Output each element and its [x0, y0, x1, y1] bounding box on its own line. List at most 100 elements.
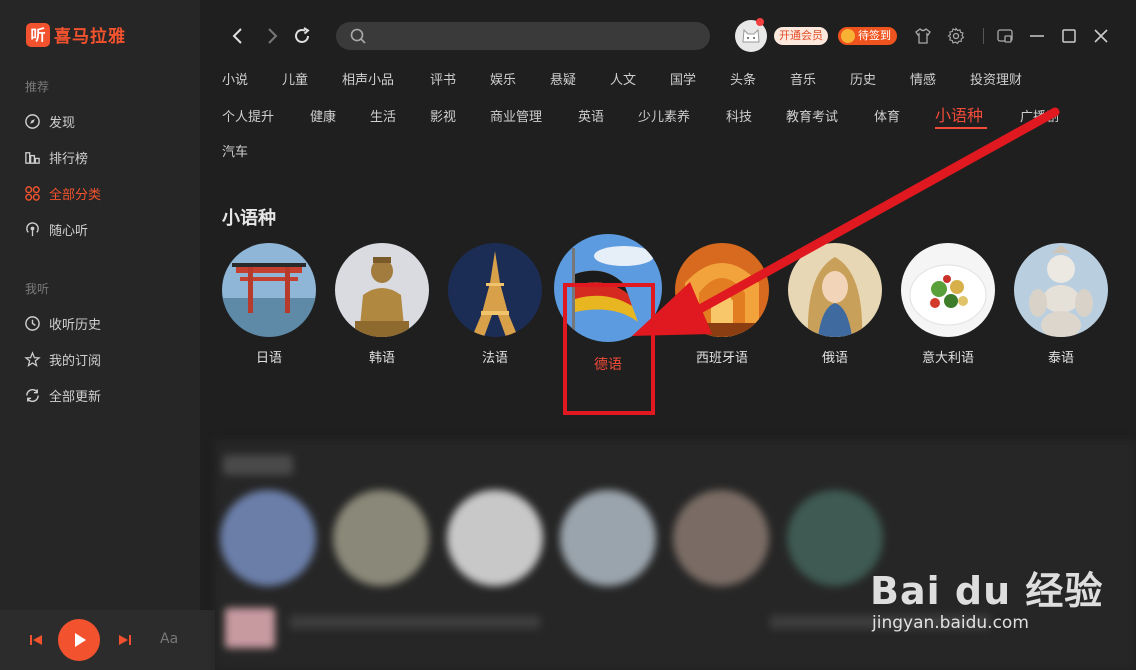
category-tab[interactable]: 英语: [578, 106, 604, 125]
next-icon[interactable]: [117, 632, 133, 648]
back-icon[interactable]: [228, 26, 248, 46]
blurred-thumbnail: [333, 490, 429, 586]
category-tab[interactable]: 体育: [874, 106, 900, 125]
sidebar-item-all-categories[interactable]: 全部分类: [24, 184, 101, 203]
app-window: 听 喜马拉雅 推荐 发现 排行榜 全部分类 随心听 我听 收听历史 我的订阅 全…: [0, 0, 1136, 670]
play-button[interactable]: [58, 619, 100, 661]
korean-statue-image: [335, 243, 429, 337]
sidebar-item-label: 发现: [49, 116, 76, 131]
app-logo[interactable]: 听 喜马拉雅: [26, 22, 126, 47]
german-flag-image: [554, 234, 662, 342]
minimize-icon[interactable]: [1028, 27, 1046, 45]
pasta-salad-image: [901, 243, 995, 337]
category-tab[interactable]: 相声小品: [342, 69, 394, 88]
language-item-japanese[interactable]: 日语: [222, 243, 316, 366]
sidebar-item-label: 排行榜: [49, 152, 89, 167]
category-tab[interactable]: 评书: [430, 69, 456, 88]
ranking-icon: [25, 152, 40, 164]
logo-text: 喜马拉雅: [54, 27, 126, 47]
reload-icon[interactable]: [292, 26, 312, 46]
language-item-german[interactable]: 德语: [554, 234, 662, 374]
star-icon: [24, 351, 41, 368]
blurred-thumbnail: [225, 608, 275, 648]
radio-icon: [26, 222, 39, 237]
logo-badge: 听: [26, 22, 50, 47]
category-tab[interactable]: 影视: [430, 106, 456, 125]
compass-icon: [25, 114, 40, 129]
notification-dot: [756, 18, 764, 26]
language-label: 西班牙语: [695, 351, 748, 366]
language-item-korean[interactable]: 韩语: [335, 243, 429, 366]
section-label-mine: 我听: [25, 282, 50, 296]
sidebar-item-all-updates[interactable]: 全部更新: [24, 386, 101, 405]
gear-icon[interactable]: [947, 27, 965, 45]
player-bar: Aa: [0, 610, 215, 670]
sidebar-item-subscriptions[interactable]: 我的订阅: [24, 350, 101, 369]
category-tab[interactable]: 音乐: [790, 69, 816, 88]
blurred-bar: [290, 615, 540, 629]
language-item-italian[interactable]: 意大利语: [901, 243, 995, 366]
torii-gate-image: [222, 243, 316, 337]
language-item-french[interactable]: 法语: [448, 243, 542, 366]
previous-icon[interactable]: [28, 632, 44, 648]
close-icon[interactable]: [1092, 27, 1110, 45]
coin-icon: [841, 29, 855, 43]
sidebar-item-random-listen[interactable]: 随心听: [24, 220, 88, 239]
sidebar-item-label: 随心听: [49, 224, 89, 239]
language-label: 意大利语: [921, 351, 974, 366]
shirt-icon[interactable]: [914, 27, 932, 45]
language-item-spanish[interactable]: 西班牙语: [675, 243, 769, 366]
language-label: 法语: [481, 351, 508, 366]
toolbar-divider: [983, 28, 984, 44]
active-tab-underline: [935, 127, 987, 129]
category-tab[interactable]: 少儿素养: [638, 106, 690, 125]
buddha-faces-image: [1014, 243, 1108, 337]
category-tab[interactable]: 健康: [310, 106, 336, 125]
mini-mode-icon[interactable]: [996, 27, 1014, 45]
search-bar[interactable]: [336, 22, 710, 50]
search-input[interactable]: [374, 28, 674, 44]
blurred-thumbnail: [787, 490, 883, 586]
category-tab[interactable]: 儿童: [282, 69, 308, 88]
sidebar-item-label: 全部更新: [49, 390, 102, 405]
blurred-thumbnail: [447, 490, 543, 586]
forward-icon[interactable]: [262, 26, 282, 46]
category-tab[interactable]: 汽车: [222, 141, 248, 160]
category-tab[interactable]: 广播剧: [1020, 106, 1059, 125]
category-tab-active[interactable]: 小语种: [935, 102, 983, 126]
category-tab[interactable]: 个人提升: [222, 106, 274, 125]
category-tab[interactable]: 头条: [730, 69, 756, 88]
vip-button[interactable]: 开通会员: [774, 27, 828, 45]
checkin-button[interactable]: 待签到: [838, 27, 897, 45]
sidebar-item-discover[interactable]: 发现: [24, 112, 75, 131]
language-item-thai[interactable]: 泰语: [1014, 243, 1108, 366]
category-tab[interactable]: 科技: [726, 106, 752, 125]
section-label-recommend: 推荐: [25, 80, 50, 94]
sidebar: 听 喜马拉雅 推荐 发现 排行榜 全部分类 随心听 我听 收听历史 我的订阅 全…: [0, 0, 200, 610]
spanish-arches-image: [675, 243, 769, 337]
category-tab[interactable]: 小说: [222, 69, 248, 88]
category-tab[interactable]: 情感: [910, 69, 936, 88]
blurred-thumbnail: [220, 490, 316, 586]
category-tab[interactable]: 生活: [370, 106, 396, 125]
language-label: 俄语: [821, 351, 848, 366]
sidebar-item-ranking[interactable]: 排行榜: [24, 148, 88, 167]
category-tab[interactable]: 商业管理: [490, 106, 542, 125]
language-item-russian[interactable]: 俄语: [788, 243, 882, 366]
maximize-icon[interactable]: [1060, 27, 1078, 45]
category-tab[interactable]: 投资理财: [970, 69, 1022, 88]
language-label: 泰语: [1047, 351, 1074, 366]
category-tab[interactable]: 历史: [850, 69, 876, 88]
blurred-title: [223, 455, 293, 475]
sidebar-item-label: 我的订阅: [49, 354, 102, 369]
category-tab[interactable]: 娱乐: [490, 69, 516, 88]
sidebar-item-history[interactable]: 收听历史: [24, 314, 101, 333]
blurred-content-area: [215, 440, 1136, 670]
category-tab[interactable]: 国学: [670, 69, 696, 88]
eiffel-tower-image: [448, 243, 542, 337]
play-icon: [75, 633, 86, 647]
category-tab[interactable]: 悬疑: [550, 69, 576, 88]
category-tab[interactable]: 教育考试: [786, 106, 838, 125]
font-size-toggle[interactable]: Aa: [160, 631, 178, 647]
category-tab[interactable]: 人文: [610, 69, 636, 88]
